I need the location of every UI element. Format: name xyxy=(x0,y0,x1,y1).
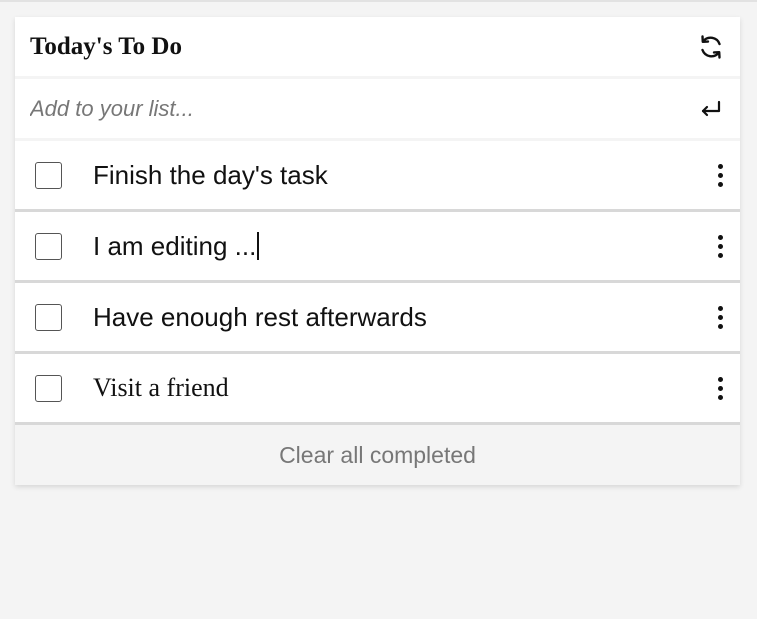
todo-item-text[interactable]: Finish the day's task xyxy=(93,160,708,191)
more-options-icon[interactable] xyxy=(708,368,732,408)
todo-checkbox[interactable] xyxy=(35,303,62,331)
todo-header: Today's To Do xyxy=(15,17,740,79)
todo-checkbox[interactable] xyxy=(35,232,62,260)
todo-item: Visit a friend xyxy=(15,354,740,425)
todo-checkbox[interactable] xyxy=(35,374,62,402)
todo-item: Finish the day's task xyxy=(15,141,740,212)
todo-footer: Clear all completed xyxy=(15,425,740,485)
todo-checkbox[interactable] xyxy=(35,161,62,189)
todo-item: Have enough rest afterwards xyxy=(15,283,740,354)
todo-item-editing: I am editing ... xyxy=(15,212,740,283)
add-item-row xyxy=(15,79,740,141)
more-options-icon[interactable] xyxy=(708,155,732,195)
todo-item-text[interactable]: Visit a friend xyxy=(93,373,708,403)
more-options-icon[interactable] xyxy=(708,297,732,337)
todo-card: Today's To Do Finish the day's task I am… xyxy=(15,17,740,485)
todo-item-edit-field[interactable]: I am editing ... xyxy=(93,231,708,262)
add-item-input[interactable] xyxy=(30,95,650,122)
todo-item-text[interactable]: Have enough rest afterwards xyxy=(93,302,708,333)
top-divider xyxy=(0,0,757,2)
clear-completed-button[interactable]: Clear all completed xyxy=(279,442,476,469)
refresh-icon[interactable] xyxy=(696,32,726,62)
todo-item-edit-text[interactable]: I am editing ... xyxy=(93,231,256,261)
page-title: Today's To Do xyxy=(30,32,182,60)
more-options-icon[interactable] xyxy=(708,226,732,266)
text-caret xyxy=(257,231,259,260)
enter-return-icon[interactable] xyxy=(696,94,726,124)
